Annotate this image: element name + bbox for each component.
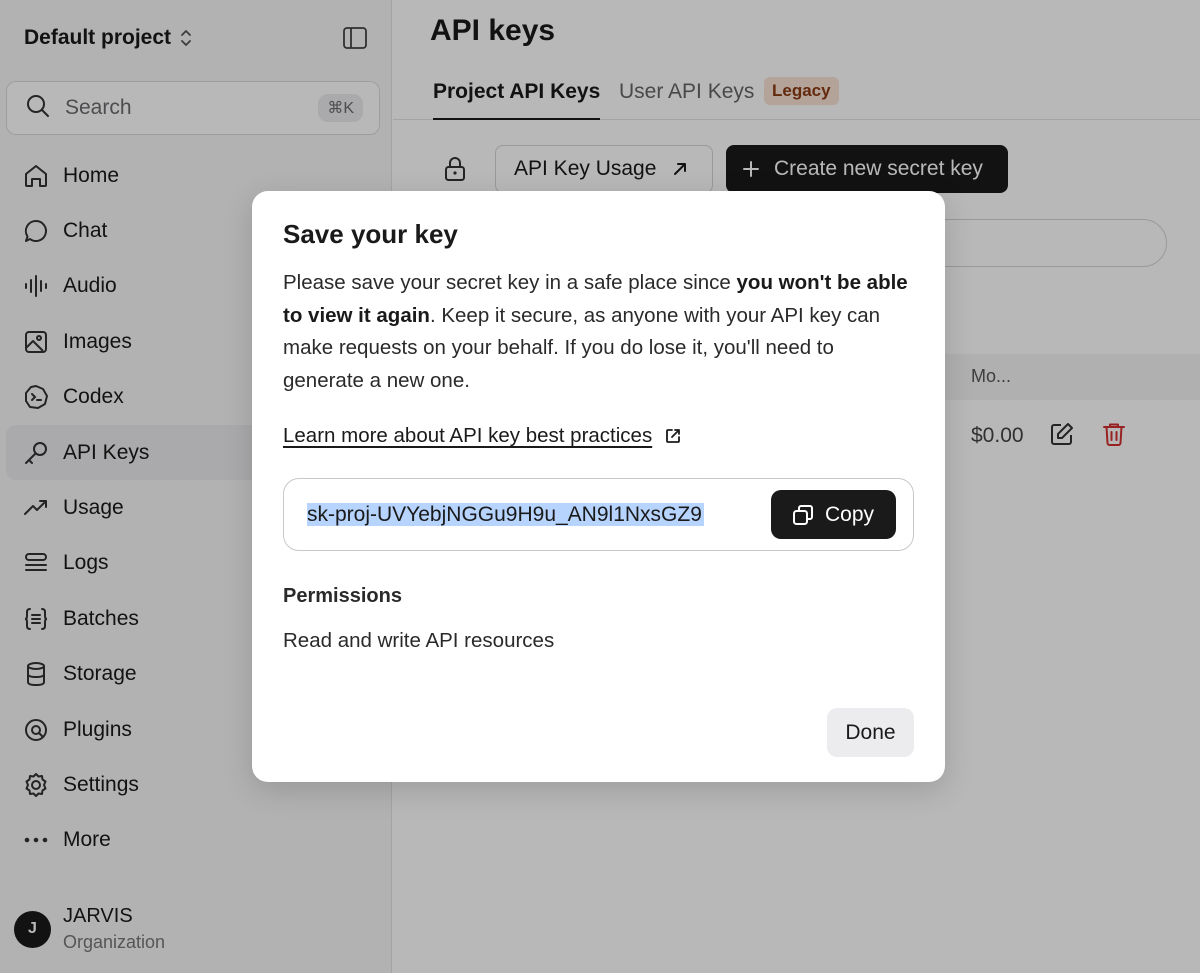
desc-text-1: Please save your secret key in a safe pl… (283, 271, 737, 294)
best-practices-link[interactable]: Learn more about API key best practices (283, 424, 682, 448)
permissions-title: Permissions (283, 585, 402, 607)
permissions-value: Read and write API resources (283, 629, 555, 652)
secret-key-value-container: sk-proj-UVYebjNGGu9H9u_AN9l1NxsGZ9 (307, 499, 763, 531)
secret-key-value[interactable]: sk-proj-UVYebjNGGu9H9u_AN9l1NxsGZ9 (307, 503, 704, 526)
copy-button-label: Copy (825, 502, 875, 526)
best-practices-link-label: Learn more about API key best practices (283, 424, 653, 447)
secret-key-field[interactable]: sk-proj-UVYebjNGGu9H9u_AN9l1NxsGZ9 Copy (283, 478, 914, 551)
copy-icon (791, 503, 815, 527)
dialog-description: Please save your secret key in a safe pl… (283, 267, 919, 397)
save-key-dialog: Save your key Please save your secret ke… (252, 191, 945, 782)
dialog-title: Save your key (283, 219, 458, 249)
done-button[interactable]: Done (827, 708, 914, 757)
copy-button[interactable]: Copy (771, 490, 896, 539)
external-link-icon (664, 427, 682, 445)
